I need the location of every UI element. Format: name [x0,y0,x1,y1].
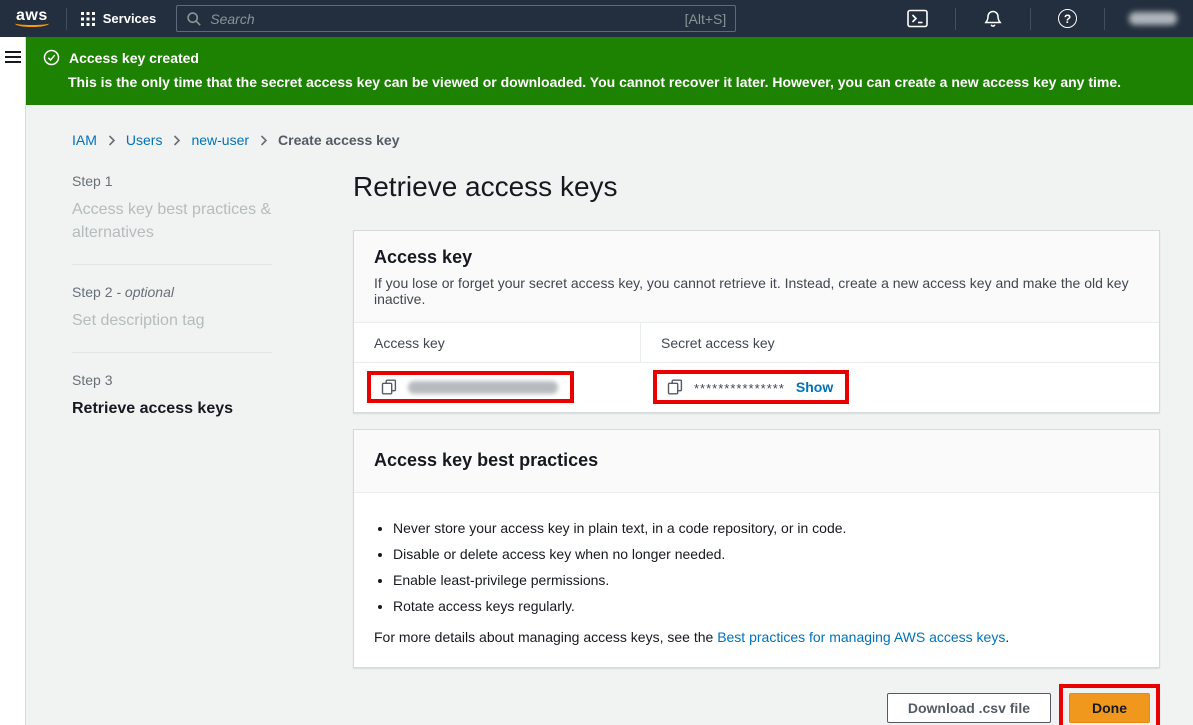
notifications-button[interactable] [970,9,1016,29]
breadcrumb-item-users[interactable]: Users [126,132,163,148]
wizard-steps-nav: Step 1 Access key best practices & alter… [72,173,272,725]
secret-key-masked-value: *************** [694,378,785,396]
user-menu-redacted[interactable] [1129,12,1177,25]
download-csv-button[interactable]: Download .csv file [887,693,1051,723]
best-practices-title: Access key best practices [374,450,1139,471]
bell-icon [983,9,1003,29]
footer-text: For more details about managing access k… [374,629,717,645]
step-3-title: Retrieve access keys [72,397,272,420]
step-3-label: Step 3 [72,372,272,388]
banner-title: Access key created [69,50,199,66]
step-1-title: Access key best practices & alternatives [72,198,272,244]
access-key-card: Access key If you lose or forget your se… [353,230,1160,413]
footer-period: . [1005,629,1009,645]
services-menu[interactable]: Services [81,11,157,26]
top-navigation: aws Services [Alt+S] [0,0,1193,37]
breadcrumb-item-new-user[interactable]: new-user [191,132,249,148]
main-area: Access key created This is the only time… [26,37,1193,725]
grid-icon [81,12,95,26]
best-practices-card: Access key best practices Never store yo… [353,429,1160,668]
search-shortcut-hint: [Alt+S] [685,11,727,27]
best-practice-item: Rotate access keys regularly. [393,598,1139,614]
nav-divider [1030,8,1031,30]
show-secret-link[interactable]: Show [796,379,833,395]
step-1-group: Step 1 Access key best practices & alter… [72,173,272,265]
best-practice-item: Enable least-privilege permissions. [393,572,1139,588]
banner-message: This is the only time that the secret ac… [68,74,1177,90]
help-button[interactable]: ? [1045,9,1090,28]
cloudshell-icon [907,9,928,28]
column-header-secret-access-key: Secret access key [641,323,795,362]
help-icon: ? [1058,9,1077,28]
nav-divider [1104,8,1105,30]
access-key-card-description: If you lose or forget your secret access… [374,275,1139,307]
aws-logo[interactable]: aws [14,9,52,29]
copy-access-key-button[interactable] [381,379,397,395]
nav-divider [66,8,67,30]
wizard-actions: Download .csv file Done [353,684,1160,725]
breadcrumb-item-iam[interactable]: IAM [72,132,97,148]
column-header-access-key: Access key [354,323,641,362]
breadcrumb-current: Create access key [278,132,399,148]
check-circle-icon [43,49,60,66]
best-practice-item: Disable or delete access key when no lon… [393,546,1139,562]
key-table-header: Access key Secret access key [354,323,1159,363]
search-box[interactable]: [Alt+S] [176,5,736,32]
best-practices-list: Never store your access key in plain tex… [393,520,1139,614]
step-2-label: Step 2 - optional [72,284,272,300]
search-input[interactable] [210,11,684,27]
nav-divider [955,8,956,30]
copy-secret-key-button[interactable] [667,379,683,395]
services-label: Services [103,11,157,26]
chevron-right-icon [171,134,182,147]
page-title: Retrieve access keys [353,171,1160,203]
best-practices-link[interactable]: Best practices for managing AWS access k… [717,629,1005,645]
step-3-group: Step 3 Retrieve access keys [72,372,272,440]
menu-icon[interactable] [5,51,21,63]
step-2-group: Step 2 - optional Set description tag [72,284,272,353]
nav-right-group: ? [894,8,1183,30]
chevron-right-icon [258,134,269,147]
best-practice-item: Never store your access key in plain tex… [393,520,1139,536]
annotation-box-secret-key: *************** Show [653,370,849,404]
collapsed-side-nav [0,37,26,725]
key-table-row: *************** Show [354,363,1159,412]
done-button[interactable]: Done [1069,693,1150,723]
access-key-card-title: Access key [374,247,1139,268]
cloudshell-button[interactable] [894,9,941,28]
access-key-value-redacted [408,381,558,394]
step-1-label: Step 1 [72,173,272,189]
chevron-right-icon [106,134,117,147]
success-banner: Access key created This is the only time… [26,37,1193,105]
search-icon [186,11,202,27]
breadcrumb: IAM Users new-user Create access key [72,132,1193,148]
step-2-optional-label: - optional [116,284,174,300]
annotation-box-access-key [367,371,574,403]
annotation-box-done: Done [1059,684,1160,725]
best-practices-footer: For more details about managing access k… [374,629,1139,645]
help-glyph: ? [1064,12,1071,26]
step-2-title: Set description tag [72,309,272,332]
